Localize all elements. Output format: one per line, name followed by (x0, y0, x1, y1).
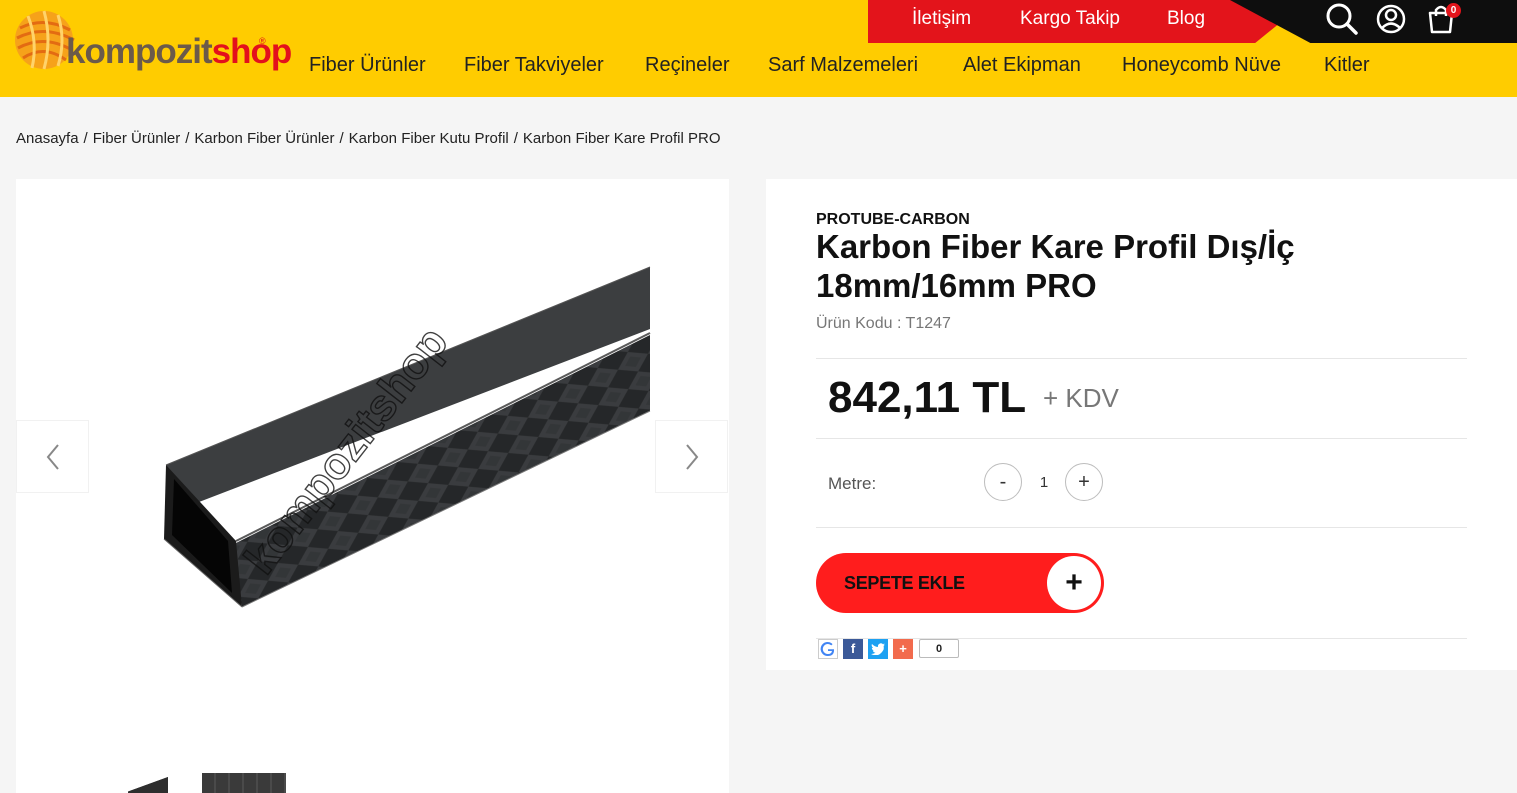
product-gallery: kompozitshop (16, 179, 729, 793)
breadcrumb-carbon-fiber-products[interactable]: Karbon Fiber Ürünler (194, 130, 334, 147)
thumbnail-1[interactable] (128, 773, 168, 793)
breadcrumb-fiber-products[interactable]: Fiber Ürünler (93, 130, 181, 147)
quantity-increase-button[interactable]: + (1065, 463, 1103, 501)
top-link-contact[interactable]: İletişim (912, 8, 971, 30)
gallery-thumbnails (16, 769, 729, 793)
product-info-panel: PROTUBE-CARBON Karbon Fiber Kare Profil … (766, 179, 1517, 670)
twitter-share-icon[interactable] (868, 639, 888, 659)
quantity-label: Metre: (828, 474, 877, 493)
cart-count-badge: 0 (1446, 3, 1461, 18)
search-icon[interactable] (1325, 2, 1359, 36)
breadcrumb-separator: / (185, 130, 190, 147)
nav-item-kits[interactable]: Kitler (1324, 54, 1370, 77)
gallery-next-button[interactable] (655, 420, 728, 493)
tax-label: + KDV (1043, 383, 1119, 413)
chevron-left-icon (46, 443, 59, 470)
divider (816, 638, 1467, 639)
facebook-share-icon[interactable]: f (843, 639, 863, 659)
top-link-cargo-tracking[interactable]: Kargo Takip (1020, 8, 1120, 30)
nav-item-resins[interactable]: Reçineler (645, 54, 729, 77)
plus-icon: + (1047, 556, 1101, 610)
top-link-blog[interactable]: Blog (1167, 8, 1205, 30)
nav-item-fiber-reinforcements[interactable]: Fiber Takviyeler (464, 54, 604, 77)
quantity-decrease-button[interactable]: - (984, 463, 1022, 501)
add-to-cart-button[interactable]: SEPETE EKLE + (816, 553, 1104, 613)
product-code: Ürün Kodu : T1247 (816, 315, 951, 332)
thumbnail-2[interactable] (202, 773, 286, 793)
more-share-icon[interactable]: + (893, 639, 913, 659)
breadcrumb-home[interactable]: Anasayfa (16, 130, 79, 147)
divider (816, 358, 1467, 359)
breadcrumb-separator: / (83, 130, 88, 147)
nav-item-consumables[interactable]: Sarf Malzemeleri (768, 54, 918, 77)
google-share-icon[interactable] (818, 639, 838, 659)
breadcrumb-current: Karbon Fiber Kare Profil PRO (522, 130, 721, 147)
logo-registered-mark: ® (259, 36, 266, 46)
breadcrumb-carbon-box-profile[interactable]: Karbon Fiber Kutu Profil (349, 130, 509, 147)
breadcrumb: Anasayfa / Fiber Ürünler / Karbon Fiber Ürün… (16, 130, 720, 147)
nav-item-fiber-products[interactable]: Fiber Ürünler (309, 54, 426, 77)
breadcrumb-separator: / (339, 130, 344, 147)
main-nav: Fiber Ürünler Fiber Takviyeler Reçineler… (0, 54, 1517, 80)
quantity-input[interactable]: 1 (1034, 474, 1054, 491)
share-count: 0 (919, 639, 959, 658)
add-to-cart-label: SEPETE EKLE (844, 573, 965, 593)
site-header: kompozitshop ® İletişim Kargo Takip Blog… (0, 0, 1517, 97)
breadcrumb-separator: / (513, 130, 518, 147)
gallery-prev-button[interactable] (16, 420, 89, 493)
nav-item-tools-equipment[interactable]: Alet Ekipman (963, 54, 1081, 77)
product-image[interactable]: kompozitshop (16, 179, 729, 739)
product-price: 842,11 TL (828, 373, 1027, 422)
nav-item-honeycomb-core[interactable]: Honeycomb Nüve (1122, 54, 1281, 77)
product-title: Karbon Fiber Kare Profil Dış/İç 18mm/16m… (816, 228, 1295, 304)
divider (816, 527, 1467, 528)
divider (816, 438, 1467, 439)
chevron-right-icon (685, 443, 698, 470)
user-icon[interactable] (1374, 2, 1408, 36)
